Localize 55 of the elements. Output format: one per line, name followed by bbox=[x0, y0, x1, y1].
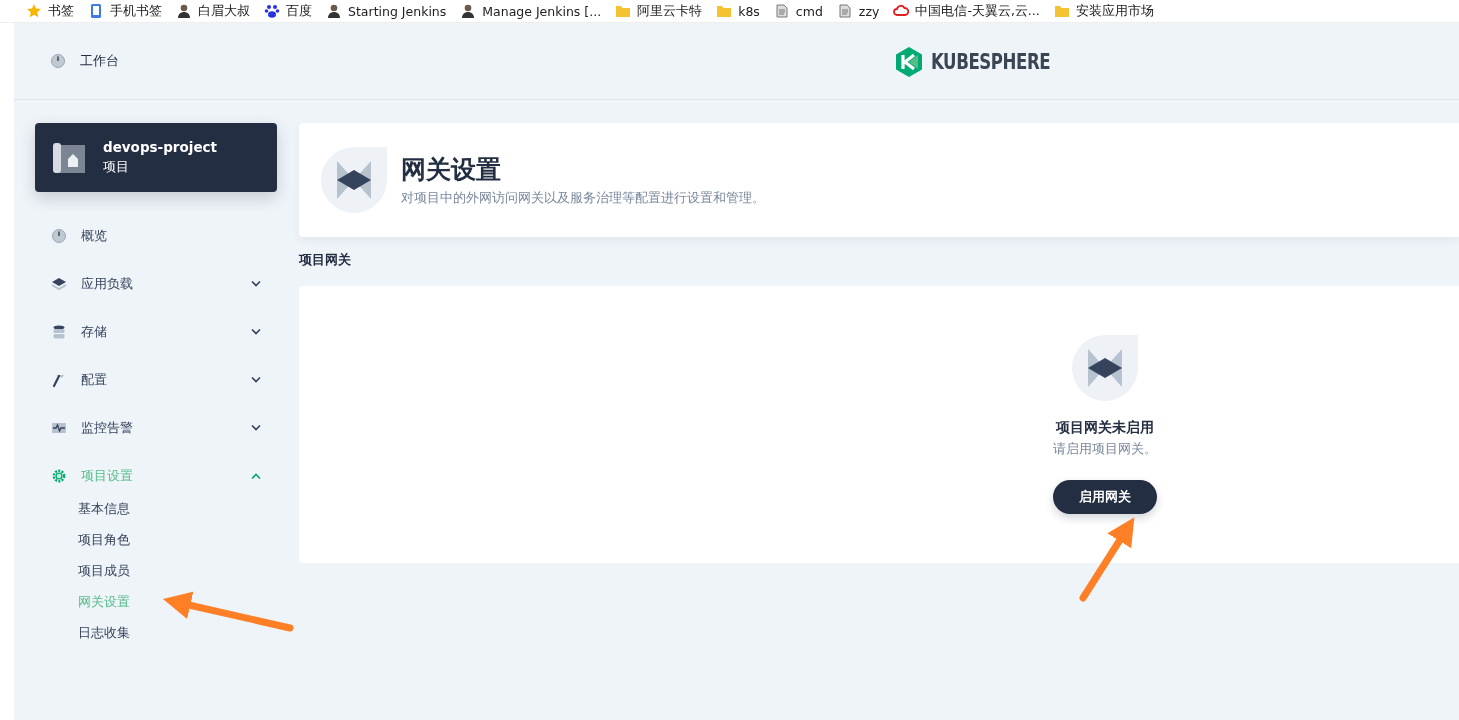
project-name: devops-project bbox=[103, 139, 218, 155]
folder-icon bbox=[615, 3, 632, 19]
bookmark-link[interactable]: zzy bbox=[836, 3, 880, 19]
bookmark-link[interactable]: Starting Jenkins bbox=[326, 3, 447, 19]
project-card[interactable]: devops-project 项目 bbox=[35, 123, 277, 192]
enable-gateway-button[interactable]: 启用网关 bbox=[1053, 480, 1157, 514]
page-description: 对项目中的外网访问网关以及服务治理等配置进行设置和管理。 bbox=[401, 190, 765, 207]
folder-icon bbox=[716, 3, 733, 19]
gear-icon bbox=[51, 468, 67, 484]
logo-text: KUBESPHERE bbox=[931, 50, 1051, 74]
hammer-icon bbox=[51, 372, 67, 388]
layers-icon bbox=[51, 276, 67, 292]
submenu-item[interactable]: 日志收集 bbox=[78, 623, 130, 642]
bookmark-link[interactable]: Manage Jenkins [... bbox=[460, 3, 602, 19]
nav-item[interactable]: 应用负载 bbox=[35, 260, 277, 308]
section-title: 项目网关 bbox=[299, 252, 351, 267]
avatar-icon bbox=[326, 3, 342, 19]
bookmark-link[interactable]: 白眉大叔 bbox=[176, 2, 250, 20]
bookmark-link[interactable]: 安装应用市场 bbox=[1053, 2, 1154, 20]
bookmark-link[interactable]: 阿里云卡特 bbox=[615, 2, 703, 20]
document-icon bbox=[773, 3, 790, 19]
document-icon bbox=[836, 3, 853, 19]
submenu-item[interactable]: 项目成员 bbox=[78, 562, 130, 580]
bookmark-link[interactable]: 中国电信-天翼云,云... bbox=[893, 2, 1040, 20]
dashboard-icon bbox=[51, 228, 67, 244]
bookmark-link[interactable]: 手机书签 bbox=[88, 2, 162, 20]
bookmark-link[interactable]: cmd bbox=[773, 3, 823, 19]
project-type: 项目 bbox=[103, 158, 130, 176]
workbench-link[interactable]: 工作台 bbox=[50, 52, 119, 70]
bookmark-link[interactable]: 书签 bbox=[26, 2, 74, 20]
nav-item[interactable]: 存储 bbox=[35, 308, 277, 356]
project-icon bbox=[53, 140, 87, 175]
bookmark-link[interactable]: k8s bbox=[716, 3, 760, 19]
avatar-icon bbox=[460, 3, 477, 19]
star-icon bbox=[26, 3, 42, 19]
gateway-icon bbox=[1072, 335, 1138, 401]
logo-icon bbox=[895, 47, 923, 77]
submenu-item[interactable]: 基本信息 bbox=[78, 500, 130, 519]
nav-item[interactable]: 概览 bbox=[35, 212, 277, 260]
gateway-icon bbox=[321, 147, 387, 213]
avatar-icon bbox=[176, 3, 192, 19]
empty-title: 项目网关未启用 bbox=[1056, 419, 1154, 437]
page-title: 网关设置 bbox=[401, 154, 502, 186]
dashboard-icon bbox=[50, 53, 66, 69]
submenu-item[interactable]: 项目角色 bbox=[78, 531, 130, 550]
folder-icon bbox=[1053, 3, 1070, 19]
cloud-icon bbox=[893, 3, 910, 19]
nav-item[interactable]: 配置 bbox=[35, 356, 277, 404]
paw-icon bbox=[264, 3, 280, 19]
database-icon bbox=[51, 324, 67, 340]
phone-icon bbox=[88, 3, 104, 19]
nav-item[interactable]: 监控告警 bbox=[35, 404, 277, 452]
monitor-icon bbox=[51, 420, 67, 436]
empty-hint: 请启用项目网关。 bbox=[1053, 441, 1157, 458]
bookmark-link[interactable]: 百度 bbox=[264, 2, 312, 20]
